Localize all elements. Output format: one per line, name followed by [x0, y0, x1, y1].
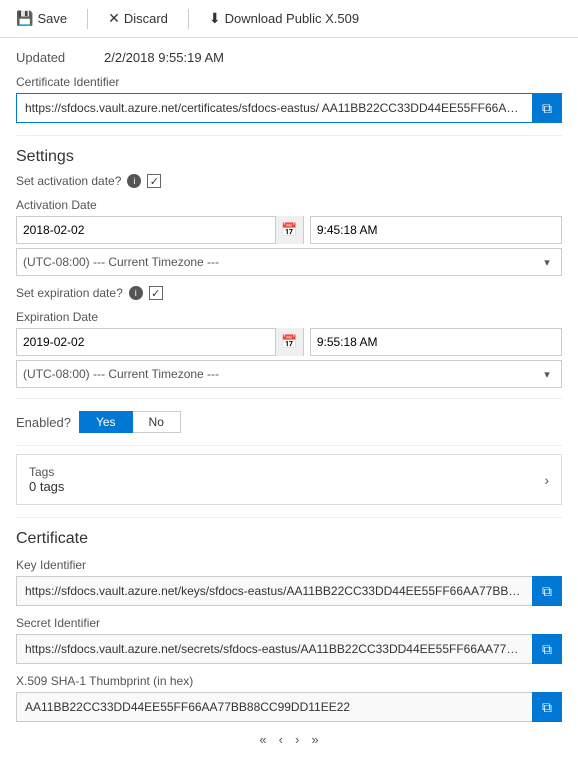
expiration-checkbox-label: Set expiration date?: [16, 286, 123, 300]
activation-tz-wrap: (UTC-08:00) --- Current Timezone --- ▾: [16, 248, 562, 276]
pagination-row: « ‹ › »: [16, 722, 562, 753]
expiration-time-input[interactable]: [310, 328, 562, 356]
updated-value: 2/2/2018 9:55:19 AM: [104, 50, 224, 65]
activation-date-row: 📅: [16, 216, 562, 244]
thumbprint-input[interactable]: [16, 692, 532, 722]
cert-identifier-copy-button[interactable]: ⧉: [532, 93, 562, 123]
main-content: Updated 2/2/2018 9:55:19 AM Certificate …: [0, 38, 578, 765]
expiration-tz-wrap: (UTC-08:00) --- Current Timezone --- ▾: [16, 360, 562, 388]
cert-identifier-row: ⧉: [16, 93, 562, 123]
enabled-no-button[interactable]: No: [133, 411, 181, 433]
cert-identifier-group: Certificate Identifier ⧉: [16, 75, 562, 123]
save-icon: 💾: [16, 10, 33, 27]
expiration-date-row: 📅: [16, 328, 562, 356]
secret-identifier-input[interactable]: [16, 634, 532, 664]
key-identifier-copy-button[interactable]: ⧉: [532, 576, 562, 606]
thumbprint-copy-button[interactable]: ⧉: [532, 692, 562, 722]
activation-cal-icon[interactable]: 📅: [275, 216, 303, 244]
divider-3: [16, 445, 562, 446]
activation-checkbox[interactable]: ✓: [147, 174, 161, 188]
discard-label: Discard: [124, 11, 168, 26]
toolbar-separator: [87, 9, 88, 29]
divider-4: [16, 517, 562, 518]
activation-date-input-wrap: 📅: [16, 216, 304, 244]
key-identifier-label: Key Identifier: [16, 558, 562, 572]
activation-tz-select[interactable]: (UTC-08:00) --- Current Timezone ---: [17, 249, 533, 275]
pagination-prev-button[interactable]: ‹: [275, 730, 287, 749]
key-identifier-row: ⧉: [16, 576, 562, 606]
pagination-first-button[interactable]: «: [255, 730, 270, 749]
expiration-date-label: Expiration Date: [16, 310, 562, 324]
toolbar-separator-2: [188, 9, 189, 29]
activation-info-icon[interactable]: i: [127, 174, 141, 188]
expiration-tz-select[interactable]: (UTC-08:00) --- Current Timezone ---: [17, 361, 533, 387]
tags-chevron-right-icon: ›: [544, 472, 549, 488]
pagination-last-button[interactable]: »: [307, 730, 322, 749]
enabled-label: Enabled?: [16, 415, 71, 430]
settings-title: Settings: [16, 148, 562, 166]
save-label: Save: [37, 11, 67, 26]
updated-label: Updated: [16, 50, 96, 65]
save-button[interactable]: 💾 Save: [12, 8, 71, 29]
thumbprint-label: X.509 SHA-1 Thumbprint (in hex): [16, 674, 562, 688]
secret-identifier-label: Secret Identifier: [16, 616, 562, 630]
copy-icon-key: ⧉: [542, 583, 552, 600]
activation-date-input[interactable]: [17, 217, 275, 243]
secret-identifier-copy-button[interactable]: ⧉: [532, 634, 562, 664]
expiration-tz-chevron: ▾: [533, 360, 561, 388]
pagination-next-button[interactable]: ›: [291, 730, 303, 749]
copy-icon-thumb: ⧉: [542, 699, 552, 716]
expiration-cal-icon[interactable]: 📅: [275, 328, 303, 356]
expiration-date-input-wrap: 📅: [16, 328, 304, 356]
thumbprint-row: ⧉: [16, 692, 562, 722]
certificate-title: Certificate: [16, 530, 562, 548]
download-icon: ⬇: [209, 10, 221, 27]
tags-count: 0 tags: [29, 479, 64, 494]
activation-checkbox-row: Set activation date? i ✓: [16, 174, 562, 188]
tags-info: Tags 0 tags: [29, 465, 64, 494]
copy-icon-secret: ⧉: [542, 641, 552, 658]
activation-tz-chevron: ▾: [533, 248, 561, 276]
expiration-checkbox[interactable]: ✓: [149, 286, 163, 300]
activation-time-input[interactable]: [310, 216, 562, 244]
download-button[interactable]: ⬇ Download Public X.509: [205, 8, 363, 29]
key-identifier-input[interactable]: [16, 576, 532, 606]
enabled-yes-button[interactable]: Yes: [79, 411, 133, 433]
enabled-toggle-group: Yes No: [79, 411, 181, 433]
activation-checkbox-label: Set activation date?: [16, 174, 121, 188]
activation-date-label: Activation Date: [16, 198, 562, 212]
discard-button[interactable]: ✕ Discard: [104, 8, 172, 29]
divider-1: [16, 135, 562, 136]
secret-identifier-row: ⧉: [16, 634, 562, 664]
meta-row: Updated 2/2/2018 9:55:19 AM: [16, 50, 562, 65]
divider-2: [16, 398, 562, 399]
download-label: Download Public X.509: [225, 11, 359, 26]
discard-icon: ✕: [108, 10, 120, 27]
toolbar: 💾 Save ✕ Discard ⬇ Download Public X.509: [0, 0, 578, 38]
tags-section[interactable]: Tags 0 tags ›: [16, 454, 562, 505]
cert-identifier-label: Certificate Identifier: [16, 75, 562, 89]
cert-identifier-input[interactable]: [16, 93, 532, 123]
expiration-checkbox-row: Set expiration date? i ✓: [16, 286, 562, 300]
expiration-date-input[interactable]: [17, 329, 275, 355]
copy-icon: ⧉: [542, 100, 552, 117]
expiration-info-icon[interactable]: i: [129, 286, 143, 300]
enabled-row: Enabled? Yes No: [16, 411, 562, 433]
tags-title: Tags: [29, 465, 64, 479]
